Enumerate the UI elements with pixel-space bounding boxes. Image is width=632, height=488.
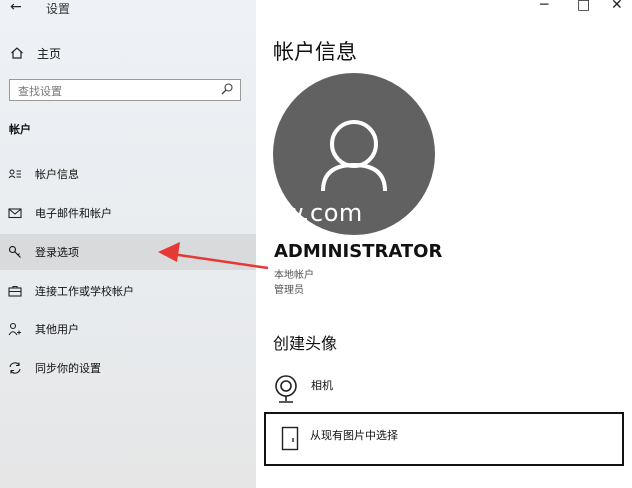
minimize-button[interactable]: ─ [540,0,548,13]
sidebar-item-work-school[interactable]: 连接工作或学校帐户 [0,273,256,309]
account-info-icon [8,169,21,179]
search-icon[interactable] [220,82,234,96]
sidebar-item-label: 帐户信息 [35,168,79,181]
sidebar-item-sign-in-options[interactable]: 登录选项 [0,234,256,270]
browse-picture-button[interactable]: 从现有图片中选择 [264,412,624,466]
page-title: 帐户信息 [273,40,357,64]
mail-icon [8,208,22,219]
username: ADMINISTRATOR [274,241,443,262]
camera-label[interactable]: 相机 [311,377,333,393]
home-icon [11,47,23,59]
key-icon [8,245,21,258]
account-role: 管理员 [274,285,304,296]
home-nav-item[interactable]: 主页 [10,44,61,62]
app-title: 设置 [46,2,71,16]
sidebar-item-sync[interactable]: 同步你的设置 [0,350,256,386]
briefcase-icon [8,285,22,297]
file-icon [281,426,299,451]
account-type: 本地帐户 [274,270,314,281]
browse-label: 从现有图片中选择 [310,429,398,442]
person-add-icon [8,322,21,336]
sync-icon [9,362,21,374]
sidebar-item-label: 登录选项 [35,246,79,259]
search-input[interactable]: 查找设置 [9,79,241,101]
sidebar-item-label: 其他用户 [35,323,79,336]
sidebar-item-email[interactable]: 电子邮件和帐户 [0,195,256,231]
create-avatar-heading: 创建头像 [273,334,338,353]
sidebar-item-account-info[interactable]: 帐户信息 [0,156,256,192]
home-label: 主页 [37,46,62,61]
watermark-text: w.com [284,199,363,227]
search-placeholder: 查找设置 [18,85,62,98]
arrow-left-icon[interactable]: ← [10,0,22,15]
maximize-button[interactable]: □ [577,0,590,13]
camera-icon [275,375,297,403]
sidebar-item-label: 同步你的设置 [35,362,101,375]
sidebar-item-label: 连接工作或学校帐户 [35,285,134,298]
close-button[interactable]: ✕ [611,0,623,13]
section-title: 帐户 [9,123,31,136]
sidebar-item-other-users[interactable]: 其他用户 [0,311,256,347]
sidebar: ← 设置 主页 查找设置 帐户 帐户信息 电子邮件和帐户 登录选项 连接工作或学… [0,0,256,488]
camera-option[interactable] [274,374,298,410]
sidebar-item-label: 电子邮件和帐户 [35,207,112,220]
